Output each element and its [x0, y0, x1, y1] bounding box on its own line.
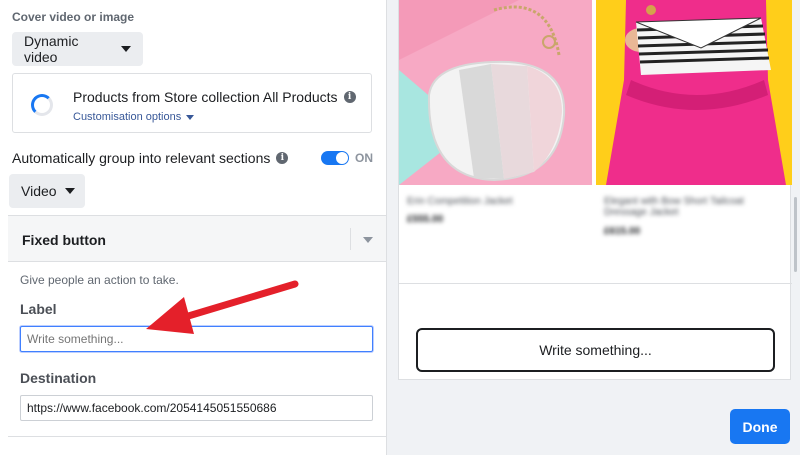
- media-type-value: Dynamic video: [24, 33, 79, 65]
- preview-card: Erin Competition Jacket £555.00 Elegant …: [398, 0, 792, 380]
- destination-field-label: Destination: [20, 370, 97, 386]
- auto-group-row: Automatically group into relevant sectio…: [12, 150, 289, 166]
- customisation-options-label: Customisation options: [73, 111, 182, 123]
- preview-cta-label: Write something...: [539, 342, 652, 358]
- label-field-label: Label: [20, 301, 57, 317]
- info-icon[interactable]: i: [343, 91, 356, 103]
- product-image-clutch-graphic: [596, 0, 792, 185]
- toggle-knob: [336, 152, 348, 164]
- info-icon[interactable]: i: [276, 152, 289, 164]
- chevron-down-icon: [186, 114, 195, 120]
- divider: [399, 283, 792, 284]
- product-image-handbag-graphic: [399, 0, 592, 185]
- destination-input[interactable]: [20, 395, 373, 421]
- chevron-down-icon[interactable]: [363, 237, 373, 243]
- done-button[interactable]: Done: [730, 409, 790, 444]
- fixed-button-title: Fixed button: [22, 232, 106, 248]
- product-price: £555.00: [407, 214, 444, 225]
- product-source-title-row: Products from Store collection All Produ…: [73, 89, 356, 105]
- loading-spinner-icon: [31, 94, 53, 116]
- divider: [8, 436, 386, 437]
- customisation-options-link[interactable]: Customisation options: [73, 111, 195, 123]
- product-source-title: Products from Store collection All Produ…: [73, 89, 338, 105]
- fixed-button-section-header[interactable]: Fixed button: [8, 215, 386, 262]
- toggle-state-label: ON: [355, 151, 373, 165]
- settings-panel: Cover video or image Dynamic video Produ…: [0, 0, 387, 455]
- chevron-down-icon: [64, 188, 75, 194]
- section-type-value: Video: [21, 183, 57, 199]
- chevron-down-icon: [121, 46, 131, 52]
- product-price: £615.00: [604, 226, 641, 237]
- product-image-clutch: [596, 0, 792, 185]
- section-type-dropdown[interactable]: Video: [9, 174, 85, 208]
- media-type-dropdown[interactable]: Dynamic video: [12, 32, 143, 66]
- auto-group-label: Automatically group into relevant sectio…: [12, 150, 271, 166]
- product-name: Elegant with Bow Short Tailcoat Dressage…: [604, 196, 744, 218]
- label-input[interactable]: [20, 326, 373, 352]
- cover-section-label: Cover video or image: [12, 10, 135, 24]
- product-image-handbag: [399, 0, 592, 185]
- preview-cta-button[interactable]: Write something...: [416, 328, 775, 372]
- auto-group-toggle[interactable]: [321, 151, 349, 165]
- fixed-button-helper-text: Give people an action to take.: [20, 273, 179, 287]
- preview-scrollbar[interactable]: [794, 197, 797, 272]
- product-name: Erin Competition Jacket: [407, 196, 513, 207]
- divider: [350, 228, 351, 250]
- product-source-box[interactable]: Products from Store collection All Produ…: [12, 73, 372, 133]
